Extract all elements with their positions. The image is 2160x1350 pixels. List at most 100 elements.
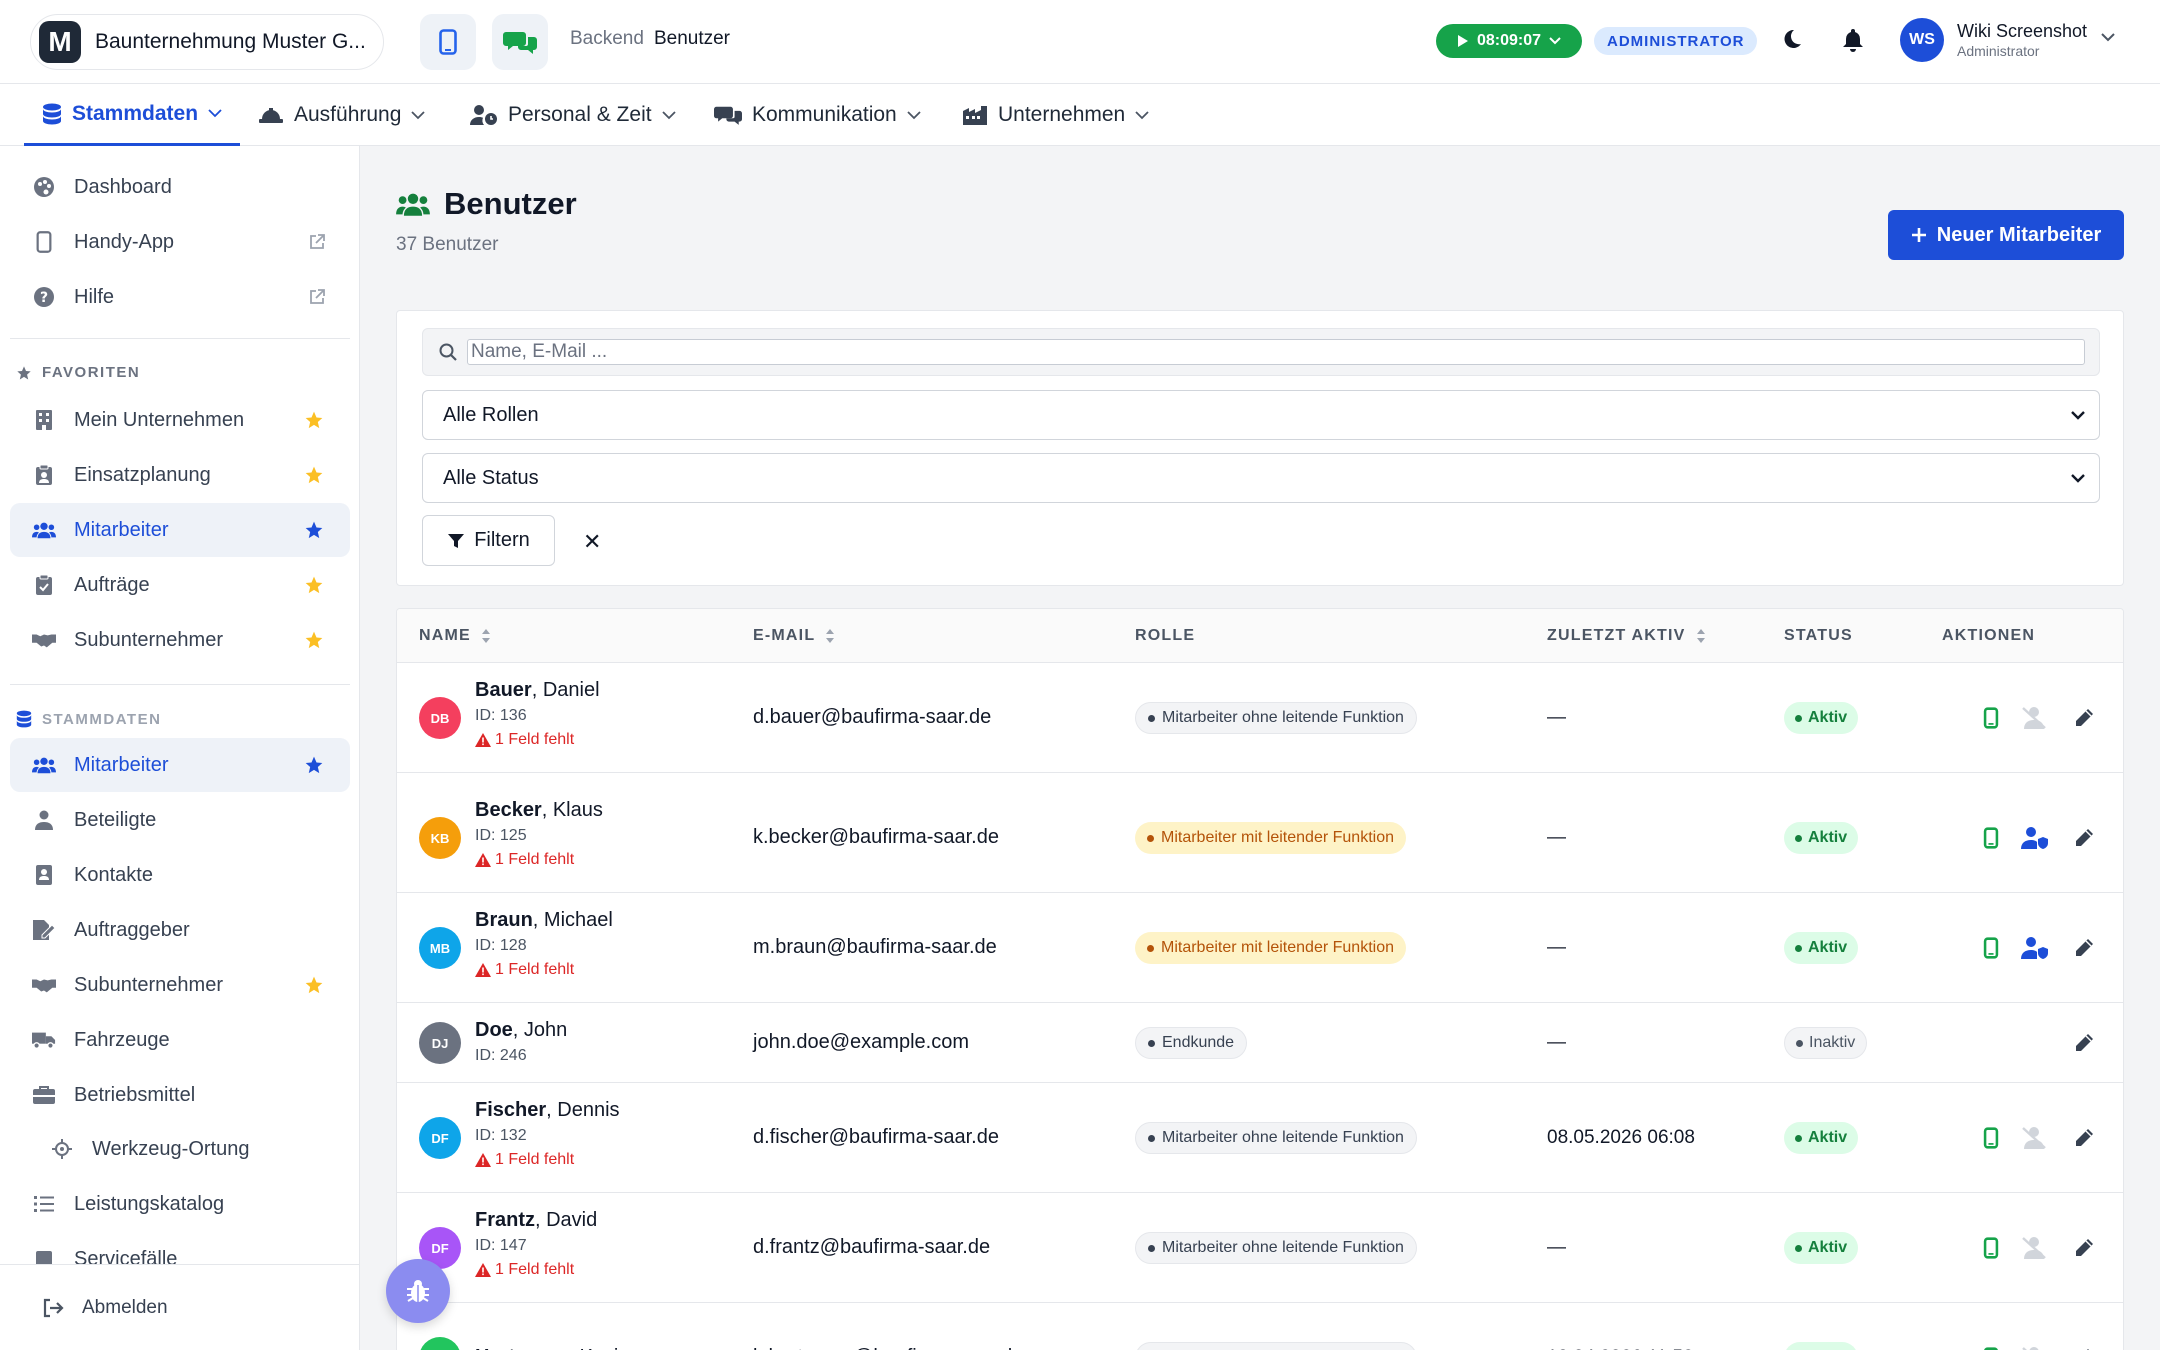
pencil-icon[interactable] (2073, 827, 2095, 849)
breadcrumb-backend[interactable]: Backend (570, 28, 644, 49)
bug-report-button[interactable] (386, 1259, 450, 1323)
star-icon (17, 365, 31, 379)
external-link-icon (310, 234, 325, 249)
plus-icon (1911, 228, 1926, 242)
user-slash-icon[interactable] (2021, 706, 2049, 730)
sidebar-item-dashboard[interactable]: Dashboard (10, 160, 350, 214)
filter-button[interactable]: Filtern (422, 515, 555, 566)
column-last-active[interactable]: ZULETZT AKTIV (1547, 627, 1706, 645)
chevron-down-icon (661, 110, 676, 119)
pencil-icon[interactable] (2073, 937, 2095, 959)
sidebar-item-handy-app[interactable]: Handy-App (10, 215, 350, 269)
role-select[interactable]: Alle Rollen (422, 390, 2100, 440)
column-email[interactable]: E-MAIL (753, 627, 835, 645)
sidebar-item-subunternehmer-fav[interactable]: Subunternehmer (10, 613, 350, 667)
sidebar-item-label: Aufträge (74, 573, 150, 596)
search-input[interactable] (467, 339, 2085, 365)
sidebar-item-betriebsmittel[interactable]: Betriebsmittel (10, 1068, 350, 1122)
user-slash-icon[interactable] (2021, 1346, 2049, 1350)
sidebar-item-label: Subunternehmer (74, 628, 223, 651)
status-badge: Aktiv (1784, 1342, 1859, 1350)
star-icon[interactable] (304, 465, 324, 485)
table-row[interactable]: MB Braun, Michael ID: 128 1 Feld fehlt m.bra… (397, 893, 2123, 1003)
sidebar-item-subunternehmer[interactable]: Subunternehmer (10, 958, 350, 1012)
star-icon[interactable] (304, 575, 324, 595)
clear-filters-button[interactable]: ✕ (583, 529, 601, 555)
user-name[interactable]: Fischer, Dennis (475, 1099, 620, 1122)
missing-field-warning: 1 Feld fehlt (475, 731, 574, 749)
table-row[interactable]: DF Fischer, Dennis ID: 132 1 Feld fehlt d.fi… (397, 1083, 2123, 1193)
bell-icon[interactable] (1842, 28, 1864, 52)
sidebar-item-mein-unternehmen[interactable]: Mein Unternehmen (10, 393, 350, 447)
mobile-icon[interactable] (1983, 827, 1999, 849)
sidebar-item-auftraggeber[interactable]: Auftraggeber (10, 903, 350, 957)
table-row[interactable]: DJ Doe, John ID: 246 john.doe@example.com En… (397, 1003, 2123, 1083)
mobile-icon[interactable] (1983, 1237, 1999, 1259)
new-employee-button[interactable]: Neuer Mitarbeiter (1888, 210, 2124, 260)
user-name[interactable]: Braun, Michael (475, 909, 613, 932)
user-name[interactable]: Bauer, Daniel (475, 679, 600, 702)
company-switcher[interactable]: M Baunternehmung Muster G... (30, 14, 384, 70)
pencil-icon[interactable] (2073, 1127, 2095, 1149)
sidebar-item-mitarbeiter[interactable]: Mitarbeiter (10, 738, 350, 792)
time-tracker-button[interactable]: 08:09:07 (1436, 24, 1582, 58)
user-name[interactable]: Becker, Klaus (475, 799, 603, 822)
user-name[interactable]: Hartmann, Kevin (475, 1346, 630, 1350)
pencil-icon[interactable] (2073, 707, 2095, 729)
column-name[interactable]: NAME (419, 627, 491, 645)
chat-button[interactable] (492, 14, 548, 70)
sidebar-item-beteiligte[interactable]: Beteiligte (10, 793, 350, 847)
user-shield-icon[interactable] (2021, 826, 2049, 850)
favorites-heading: FAVORITEN (16, 364, 140, 381)
nav-stammdaten[interactable]: Stammdaten (24, 84, 241, 146)
sidebar-item-einsatzplanung[interactable]: Einsatzplanung (10, 448, 350, 502)
moon-icon[interactable] (1780, 28, 1802, 50)
stammdaten-heading: STAMMDATEN (16, 710, 161, 728)
missing-field-warning: 1 Feld fehlt (475, 851, 574, 869)
logout-button[interactable]: Abmelden (0, 1264, 359, 1350)
nav-ausfuehrung[interactable]: Ausführung (258, 84, 426, 146)
user-slash-icon[interactable] (2021, 1236, 2049, 1260)
user-name[interactable]: Frantz, David (475, 1209, 597, 1232)
sidebar-item-label: Kontakte (74, 863, 153, 886)
sidebar-item-label: Mitarbeiter (74, 518, 169, 541)
pencil-icon[interactable] (2073, 1237, 2095, 1259)
sidebar-item-kontakte[interactable]: Kontakte (10, 848, 350, 902)
dot-icon (1795, 834, 1802, 842)
mobile-icon[interactable] (1983, 1127, 1999, 1149)
user-name[interactable]: Doe, John (475, 1019, 567, 1042)
sidebar-item-fahrzeuge[interactable]: Fahrzeuge (10, 1013, 350, 1067)
chevron-down-icon[interactable] (2100, 32, 2116, 42)
mobile-app-button[interactable] (420, 14, 476, 70)
breadcrumb: Backend Benutzer (570, 28, 730, 50)
star-icon[interactable] (304, 755, 324, 775)
role-pill: Mitarbeiter ohne leitende Funktion (1135, 1232, 1417, 1264)
sidebar-item-auftraege[interactable]: Aufträge (10, 558, 350, 612)
table-row[interactable]: DF Frantz, David ID: 147 1 Feld fehlt d.fran… (397, 1193, 2123, 1303)
mobile-icon[interactable] (1983, 937, 1999, 959)
table-row[interactable]: KH Hartmann, Kevin k.hartmann@baufirma-saa… (397, 1303, 2123, 1350)
user-shield-icon[interactable] (2021, 936, 2049, 960)
column-status: STATUS (1784, 627, 1853, 644)
sidebar-item-hilfe[interactable]: ? Hilfe (10, 270, 350, 324)
star-icon[interactable] (304, 630, 324, 650)
user-slash-icon[interactable] (2021, 1126, 2049, 1150)
nav-kommunikation[interactable]: Kommunikation (714, 84, 921, 146)
sidebar-item-werkzeug-ortung[interactable]: Werkzeug-Ortung (10, 1122, 350, 1176)
pencil-icon[interactable] (2073, 1032, 2095, 1054)
user-avatar[interactable]: WS (1900, 18, 1944, 62)
nav-unternehmen[interactable]: Unternehmen (962, 84, 1149, 146)
status-select[interactable]: Alle Status (422, 453, 2100, 503)
user-name[interactable]: Wiki Screenshot (1957, 21, 2087, 42)
table-row[interactable]: KB Becker, Klaus ID: 125 1 Feld fehlt k.beck… (397, 783, 2123, 893)
search-box (422, 328, 2100, 376)
nav-personal-zeit[interactable]: Personal & Zeit (470, 84, 676, 146)
table-row[interactable]: DB Bauer, Daniel ID: 136 1 Feld fehlt d.baue… (397, 663, 2123, 773)
funnel-icon (448, 533, 465, 548)
mobile-icon[interactable] (1983, 707, 1999, 729)
star-icon[interactable] (304, 410, 324, 430)
sidebar-item-leistungskatalog[interactable]: Leistungskatalog (10, 1177, 350, 1231)
sidebar-item-mitarbeiter-fav[interactable]: Mitarbeiter (10, 503, 350, 557)
star-icon[interactable] (304, 975, 324, 995)
star-icon[interactable] (304, 520, 324, 540)
